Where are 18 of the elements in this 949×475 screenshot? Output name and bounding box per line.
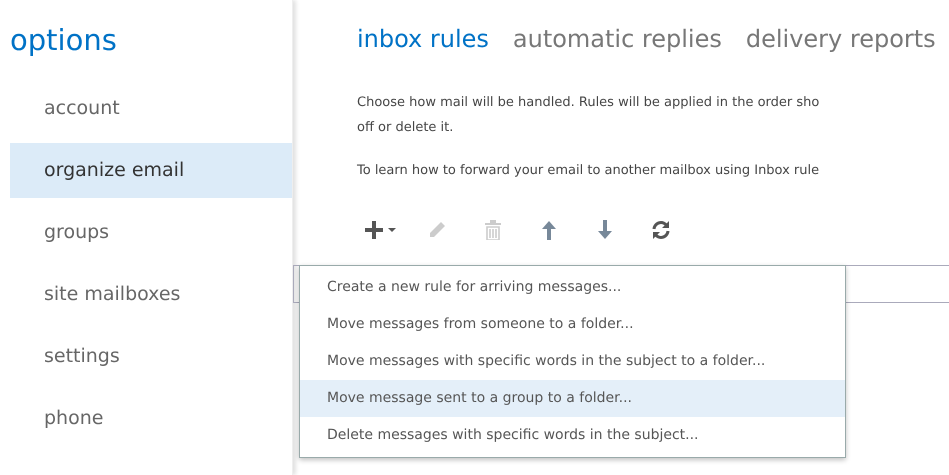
tab[interactable]: inbox rules [357,25,489,53]
sidebar-item[interactable]: site mailboxes [10,267,292,322]
description-text: off or delete it. [357,119,454,137]
sidebar-title: options [10,22,118,59]
menu-item[interactable]: Move messages from someone to a folder... [300,306,845,343]
tab[interactable]: delivery reports [746,25,936,53]
sidebar-item[interactable]: phone [10,391,292,446]
forward-note-text: To learn how to forward your email to another mailbox using Inbox rule [357,163,820,178]
description-text: Choose how mail will be handled. Rules will be applied in the order sho [357,94,820,112]
menu-item[interactable]: Create a new rule for arriving messages... [300,269,845,306]
menu-item[interactable]: Delete messages with specific words in the subject... [300,417,845,454]
tab[interactable]: automatic replies [512,25,722,53]
sidebar-item[interactable]: groups [10,205,292,260]
sidebar-item[interactable]: organize email [10,143,292,198]
sidebar-item[interactable]: settings [10,329,292,384]
sidebar-item[interactable]: account [10,81,292,136]
menu-item[interactable]: Move messages with specific words in the subject to a folder... [300,343,845,380]
menu-item[interactable]: Move message sent to a group to a folder... [300,380,845,417]
